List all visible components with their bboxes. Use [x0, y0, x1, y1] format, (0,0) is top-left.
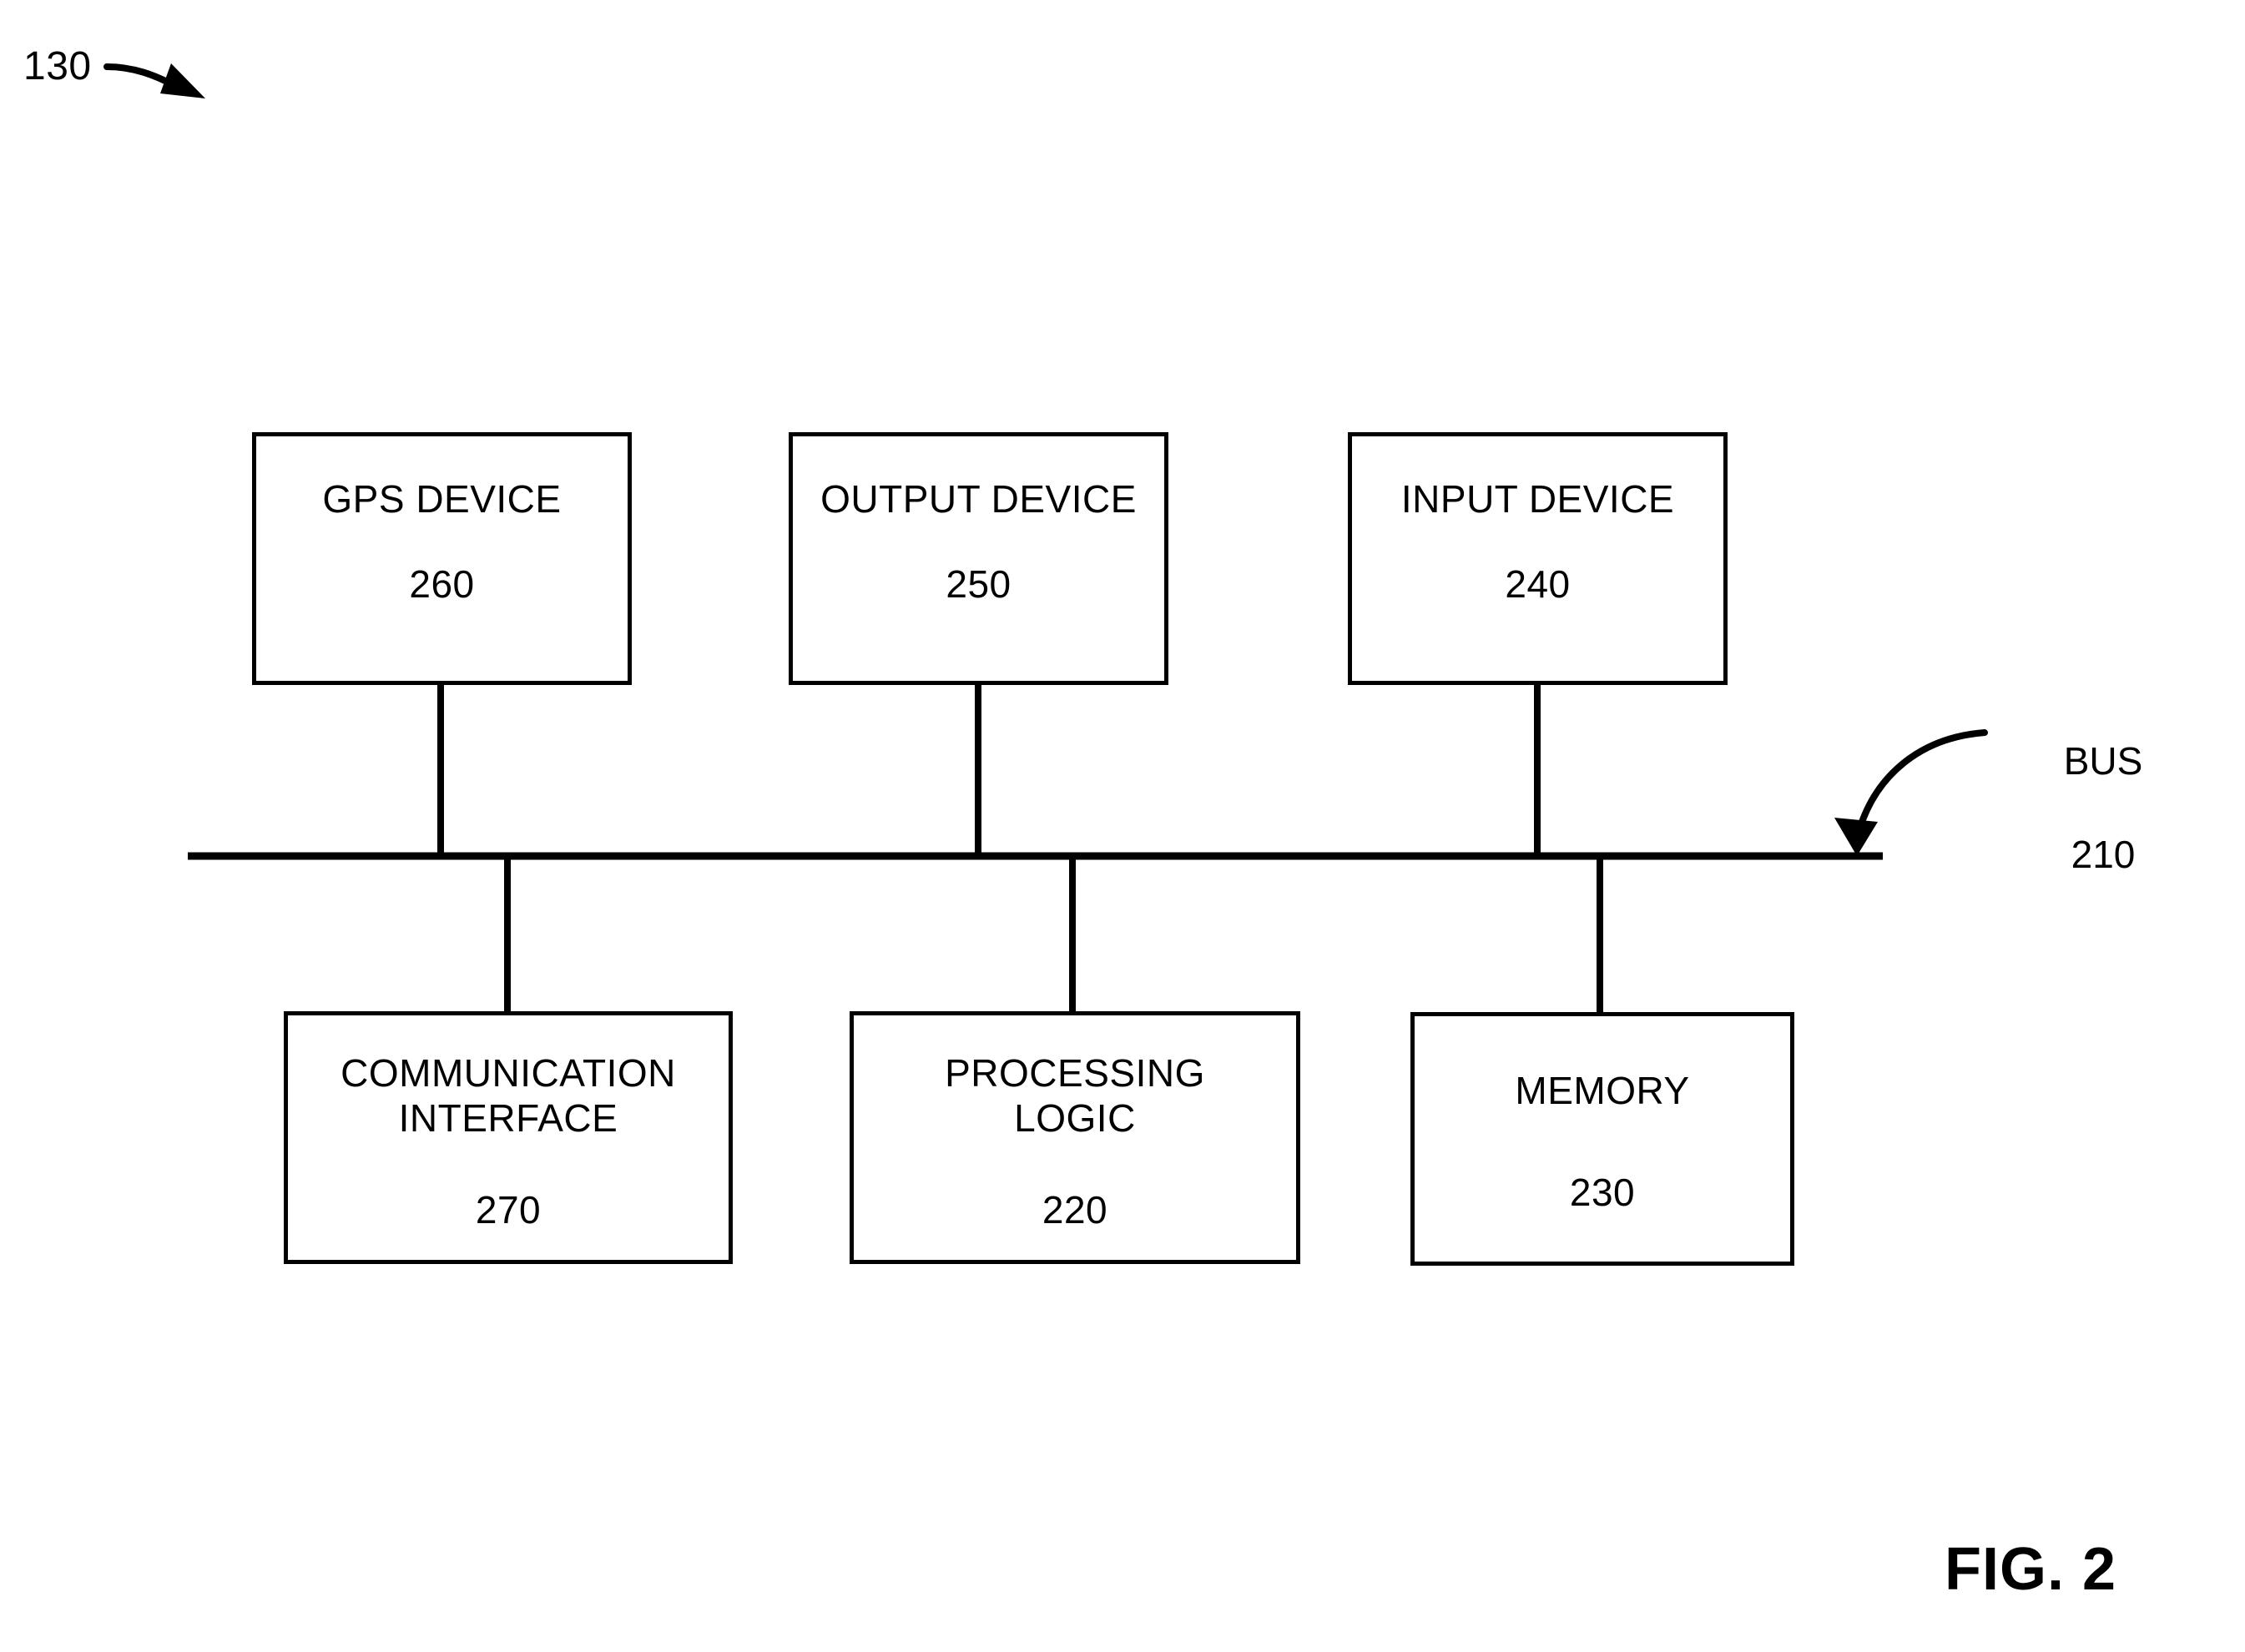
node-memory-ref: 230 — [1569, 1171, 1636, 1215]
node-communication-interface[interactable]: COMMUNICATION INTERFACE 270 — [284, 1011, 733, 1264]
bus-label-text: BUS — [2063, 739, 2143, 783]
node-gps-device-ref: 260 — [409, 562, 475, 607]
bus-label: BUS 210 — [2020, 691, 2187, 925]
node-processing-logic-ref: 220 — [1042, 1187, 1108, 1231]
node-processing-logic[interactable]: PROCESSING LOGIC 220 — [850, 1011, 1300, 1264]
node-output-device-ref: 250 — [946, 562, 1012, 607]
node-memory[interactable]: MEMORY 230 — [1410, 1012, 1794, 1266]
system-reference-130: 130 — [23, 44, 92, 88]
bus-leader-arrow — [1834, 729, 1988, 856]
system-leader-arrow — [103, 63, 205, 98]
node-input-device-title: INPUT DEVICE — [1400, 477, 1675, 521]
node-communication-interface-ref: 270 — [475, 1187, 542, 1231]
node-memory-title: MEMORY — [1515, 1069, 1690, 1112]
figure-caption: FIG. 2 — [1945, 1536, 2117, 1603]
node-gps-device[interactable]: GPS DEVICE 260 — [252, 432, 632, 685]
node-communication-interface-title: COMMUNICATION INTERFACE — [341, 1051, 676, 1141]
diagram-lines — [103, 63, 1988, 1012]
node-input-device-ref: 240 — [1505, 562, 1571, 607]
node-output-device-title: OUTPUT DEVICE — [820, 477, 1137, 521]
node-input-device[interactable]: INPUT DEVICE 240 — [1348, 432, 1728, 685]
node-processing-logic-title: PROCESSING LOGIC — [945, 1051, 1205, 1141]
bus-label-ref: 210 — [2071, 833, 2136, 877]
figure-page: 130 GPS DEVICE 260 OUTPUT DEVICE 250 INP… — [0, 0, 2245, 1652]
node-gps-device-title: GPS DEVICE — [322, 477, 562, 521]
node-output-device[interactable]: OUTPUT DEVICE 250 — [789, 432, 1168, 685]
